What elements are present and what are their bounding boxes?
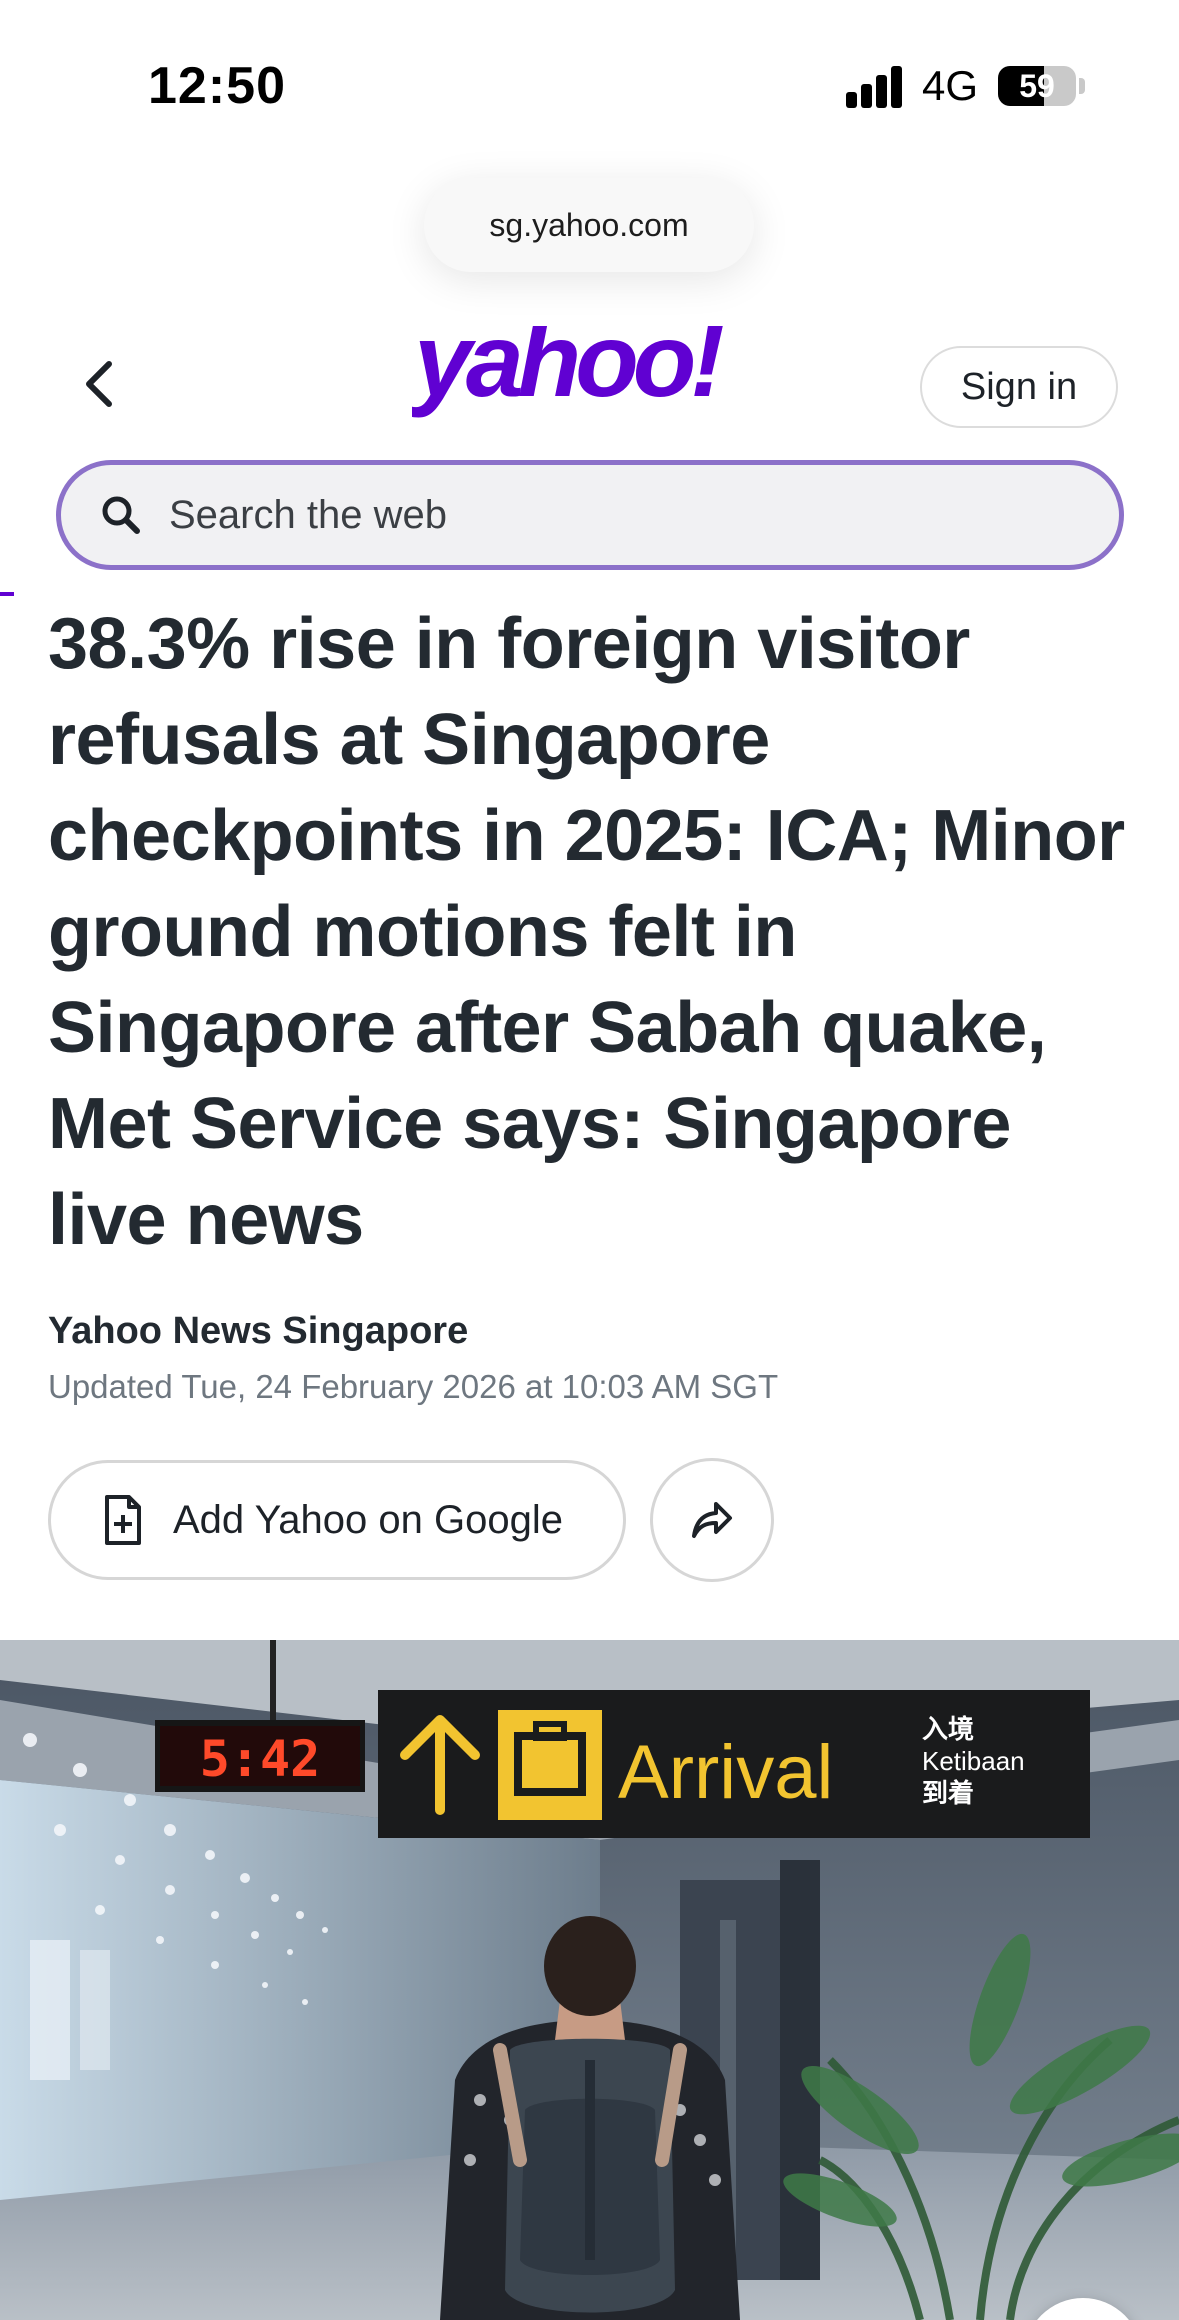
back-button[interactable] — [68, 354, 128, 414]
signal-icon — [846, 64, 904, 108]
share-button[interactable] — [650, 1458, 774, 1582]
article-headline: 38.3% rise in foreign visitor refusals a… — [48, 604, 1125, 1260]
document-add-icon — [105, 1495, 141, 1545]
article-source[interactable]: Yahoo News Singapore — [48, 1310, 468, 1353]
url-bar[interactable]: sg.yahoo.com — [424, 178, 754, 272]
airport-arrival-illustration: 5:42 Arrival 入境 Ketibaan 到着 — [0, 1640, 1179, 2320]
status-time: 12:50 — [148, 57, 286, 115]
network-type: 4G — [922, 62, 979, 109]
hero-sign-chinese-top: 入境 — [922, 1714, 974, 1745]
article-updated: Updated Tue, 24 February 2026 at 10:03 A… — [48, 1368, 779, 1405]
add-yahoo-on-google-button[interactable]: Add Yahoo on Google — [48, 1460, 626, 1580]
accent-marker — [0, 592, 14, 596]
yahoo-logo-text: yahoo! — [412, 326, 723, 419]
battery-icon: 59 — [998, 66, 1076, 106]
hero-sign-malay: Ketibaan — [922, 1746, 1025, 1776]
battery-cap — [1079, 78, 1085, 94]
hero-sign-chinese-bottom: 到着 — [922, 1778, 974, 1809]
search-input[interactable] — [169, 492, 1069, 538]
search-icon — [102, 496, 140, 534]
hero-sign-arrival: Arrival — [618, 1730, 833, 1815]
add-yahoo-on-google-label: Add Yahoo on Google — [173, 1497, 563, 1542]
search-bar[interactable] — [56, 460, 1124, 570]
back-chevron-icon — [86, 361, 112, 407]
battery-percent: 59 — [1019, 67, 1055, 104]
article-hero-image[interactable]: 5:42 Arrival 入境 Ketibaan 到着 — [0, 1640, 1179, 2320]
yahoo-logo[interactable]: yahoo! — [412, 326, 768, 436]
status-bar: 12:50 4G 59 — [0, 0, 1179, 170]
sign-in-button[interactable]: Sign in — [920, 346, 1118, 428]
share-icon — [692, 1502, 732, 1538]
hero-clock-text: 5:42 — [200, 1730, 320, 1788]
expand-icon — [1058, 2316, 1108, 2320]
